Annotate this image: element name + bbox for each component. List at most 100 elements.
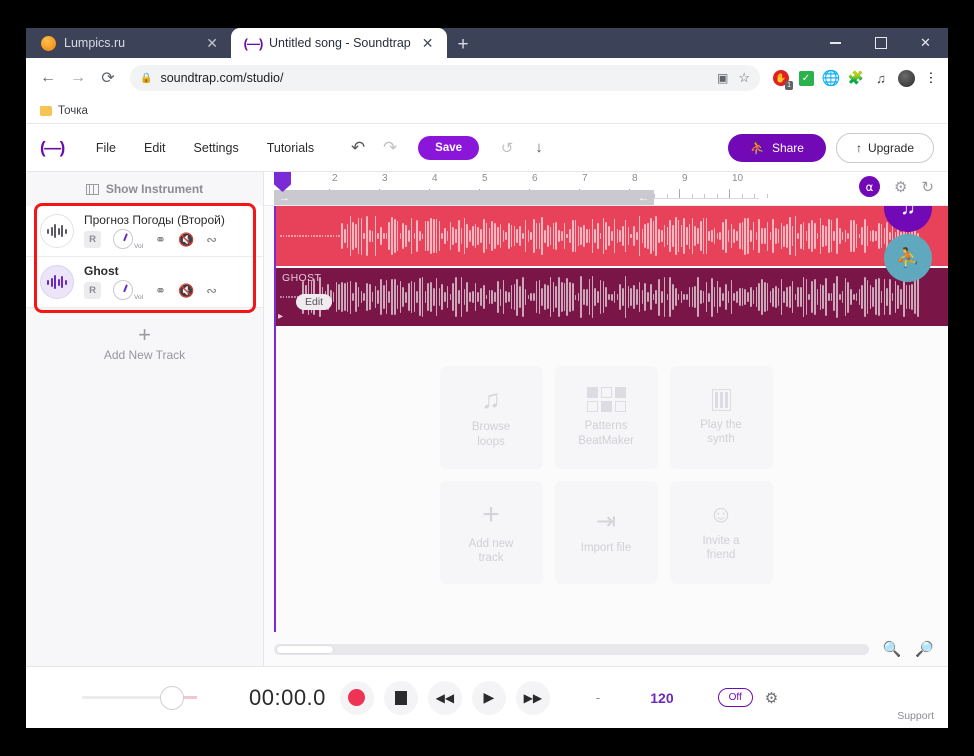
audio-region-2[interactable]: GHOST Edit ▸ xyxy=(274,268,948,326)
quick-action-card[interactable]: Play the synth xyxy=(669,366,773,469)
master-volume-slider[interactable] xyxy=(82,685,197,710)
revert-icon[interactable]: ↺ xyxy=(493,134,521,162)
minimize-button[interactable] xyxy=(813,28,858,58)
transport-buttons: ◀◀ ▶ ▶▶ xyxy=(339,680,550,715)
checkmark-icon[interactable]: ✓ xyxy=(797,69,815,87)
add-new-track-button[interactable]: + Add New Track xyxy=(26,308,263,378)
avatar[interactable] xyxy=(897,69,915,87)
bpm-display[interactable]: 120 xyxy=(650,690,673,706)
download-icon[interactable]: ↓ xyxy=(525,134,553,162)
menu-settings[interactable]: Settings xyxy=(182,135,251,161)
soundtrap-logo-icon[interactable]: (—) xyxy=(40,138,80,158)
quick-action-card[interactable]: + Add new track xyxy=(439,481,543,584)
piano-keys-icon xyxy=(711,388,731,411)
close-icon[interactable]: ✕ xyxy=(419,34,437,52)
close-window-button[interactable]: ✕ xyxy=(903,28,948,58)
play-button[interactable]: ▶ xyxy=(471,680,506,715)
audio-wave-icon[interactable] xyxy=(40,214,74,248)
quick-action-card[interactable]: ☺ Invite a friend xyxy=(669,481,773,584)
menu-tutorials[interactable]: Tutorials xyxy=(255,135,326,161)
speaker-muted-icon[interactable]: 🔇 xyxy=(178,233,194,246)
magnet-icon[interactable]: ⍺ xyxy=(858,176,880,197)
zoom-out-icon[interactable]: 🔎 xyxy=(915,640,934,658)
headphones-icon[interactable]: ⚭ xyxy=(155,233,166,246)
quick-action-card[interactable]: ♫ Browse loops xyxy=(439,366,543,469)
scrollbar-thumb[interactable] xyxy=(276,644,334,654)
extensions-row: ✋ 1 ✓ 🌐 🧩 ♫ ⋮ xyxy=(768,69,940,90)
back-icon[interactable]: ← xyxy=(34,64,62,92)
globe-icon[interactable]: 🌐 xyxy=(822,69,841,87)
rewind-button[interactable]: ◀◀ xyxy=(427,680,462,715)
menu-file[interactable]: File xyxy=(84,135,128,161)
track-row[interactable]: Прогноз Погоды (Второй) R Vol ⚭ 🔇 ∾ xyxy=(26,206,263,257)
lock-icon: 🔒 xyxy=(140,72,153,84)
volume-label: Vol xyxy=(134,243,144,250)
adblock-icon[interactable]: ✋ 1 xyxy=(772,69,793,90)
browser-title-bar: Lumpics.ru ✕ (—) Untitled song - Soundtr… xyxy=(26,28,948,58)
audio-region-1[interactable] xyxy=(274,206,948,266)
audio-wave-icon[interactable] xyxy=(40,265,74,299)
region-resize-handle[interactable]: ▸ xyxy=(278,311,283,322)
speaker-muted-icon[interactable]: 🔇 xyxy=(178,284,194,297)
horizontal-scrollbar[interactable] xyxy=(274,643,869,655)
address-bar[interactable]: 🔒 soundtrap.com/studio/ ▣ ☆ xyxy=(130,65,760,91)
share-button[interactable]: ⛹ Share xyxy=(727,133,826,162)
undo-icon[interactable]: ↶ xyxy=(344,134,372,162)
maximize-button[interactable] xyxy=(858,28,903,58)
automation-curve-icon[interactable]: ∾ xyxy=(206,233,217,246)
bookmark-item[interactable]: Точка xyxy=(40,105,88,117)
edit-button[interactable]: Edit xyxy=(296,294,333,310)
timeline-ruler[interactable]: 2 3 4 5 6 7 8 9 10 → ← ⍺ ⚙ ↻ xyxy=(264,172,948,206)
star-icon[interactable]: ☆ xyxy=(738,70,750,86)
plus-icon: + xyxy=(482,497,500,531)
volume-knob[interactable]: Vol xyxy=(113,280,143,301)
reload-icon[interactable]: ⟳ xyxy=(94,64,122,92)
forward-icon[interactable]: → xyxy=(64,64,92,92)
key-display: - xyxy=(595,690,601,705)
quick-action-card[interactable]: ⇥ Import file xyxy=(554,481,658,584)
volume-knob[interactable]: Vol xyxy=(113,229,144,250)
loop-end-icon[interactable]: ← xyxy=(638,192,649,204)
menu-edit[interactable]: Edit xyxy=(132,135,178,161)
fast-forward-button[interactable]: ▶▶ xyxy=(515,680,550,715)
record-arm-button[interactable]: R xyxy=(84,281,101,299)
playhead[interactable] xyxy=(274,206,276,632)
translate-icon[interactable]: ▣ xyxy=(717,71,728,85)
show-instrument-button[interactable]: Show Instrument xyxy=(26,172,263,206)
automation-curve-icon[interactable]: ∾ xyxy=(206,284,217,297)
bookmark-label: Точка xyxy=(58,104,88,117)
track-row[interactable]: Ghost R Vol ⚭ 🔇 ∾ xyxy=(26,257,263,308)
loop-range-bar[interactable]: → ← xyxy=(274,190,654,205)
track-name: Ghost xyxy=(84,264,119,278)
new-tab-button[interactable]: + xyxy=(447,35,480,58)
quick-action-label: Import file xyxy=(580,541,632,554)
browser-menu-icon[interactable]: ⋮ xyxy=(922,69,940,87)
metronome-toggle[interactable]: Off xyxy=(717,688,753,707)
gear-icon[interactable]: ⚙ xyxy=(894,178,907,196)
people-icon[interactable]: ⛹ xyxy=(884,234,932,282)
upgrade-button[interactable]: ↑ Upgrade xyxy=(835,132,934,163)
save-button[interactable]: Save xyxy=(418,135,480,160)
loop-icon[interactable]: ↻ xyxy=(921,178,934,196)
record-button[interactable] xyxy=(339,680,374,715)
headphones-icon[interactable]: ⚭ xyxy=(155,284,166,297)
record-arm-button[interactable]: R xyxy=(84,230,101,248)
puzzle-icon[interactable]: 🧩 xyxy=(847,69,865,87)
stop-button[interactable] xyxy=(383,680,418,715)
close-icon[interactable]: ✕ xyxy=(203,34,221,52)
redo-icon[interactable]: ↷ xyxy=(376,134,404,162)
waveform xyxy=(280,275,948,319)
upgrade-label: Upgrade xyxy=(867,140,914,155)
browser-tab-soundtrap[interactable]: (—) Untitled song - Soundtrap ✕ xyxy=(231,28,447,58)
support-link[interactable]: Support xyxy=(897,710,934,722)
ruler-label: 9 xyxy=(682,173,688,184)
playlist-music-icon[interactable]: ♫ xyxy=(872,69,890,87)
loop-start-icon[interactable]: → xyxy=(279,192,290,204)
ruler-label: 3 xyxy=(382,173,388,184)
gear-icon[interactable]: ⚙ xyxy=(765,689,778,707)
browser-tab-lumpics[interactable]: Lumpics.ru ✕ xyxy=(26,28,231,58)
time-display: 00:00.0 xyxy=(249,684,326,710)
volume-handle[interactable] xyxy=(160,685,185,710)
zoom-in-icon[interactable]: 🔍 xyxy=(883,640,902,658)
quick-action-card[interactable]: Patterns BeatMaker xyxy=(554,366,658,469)
